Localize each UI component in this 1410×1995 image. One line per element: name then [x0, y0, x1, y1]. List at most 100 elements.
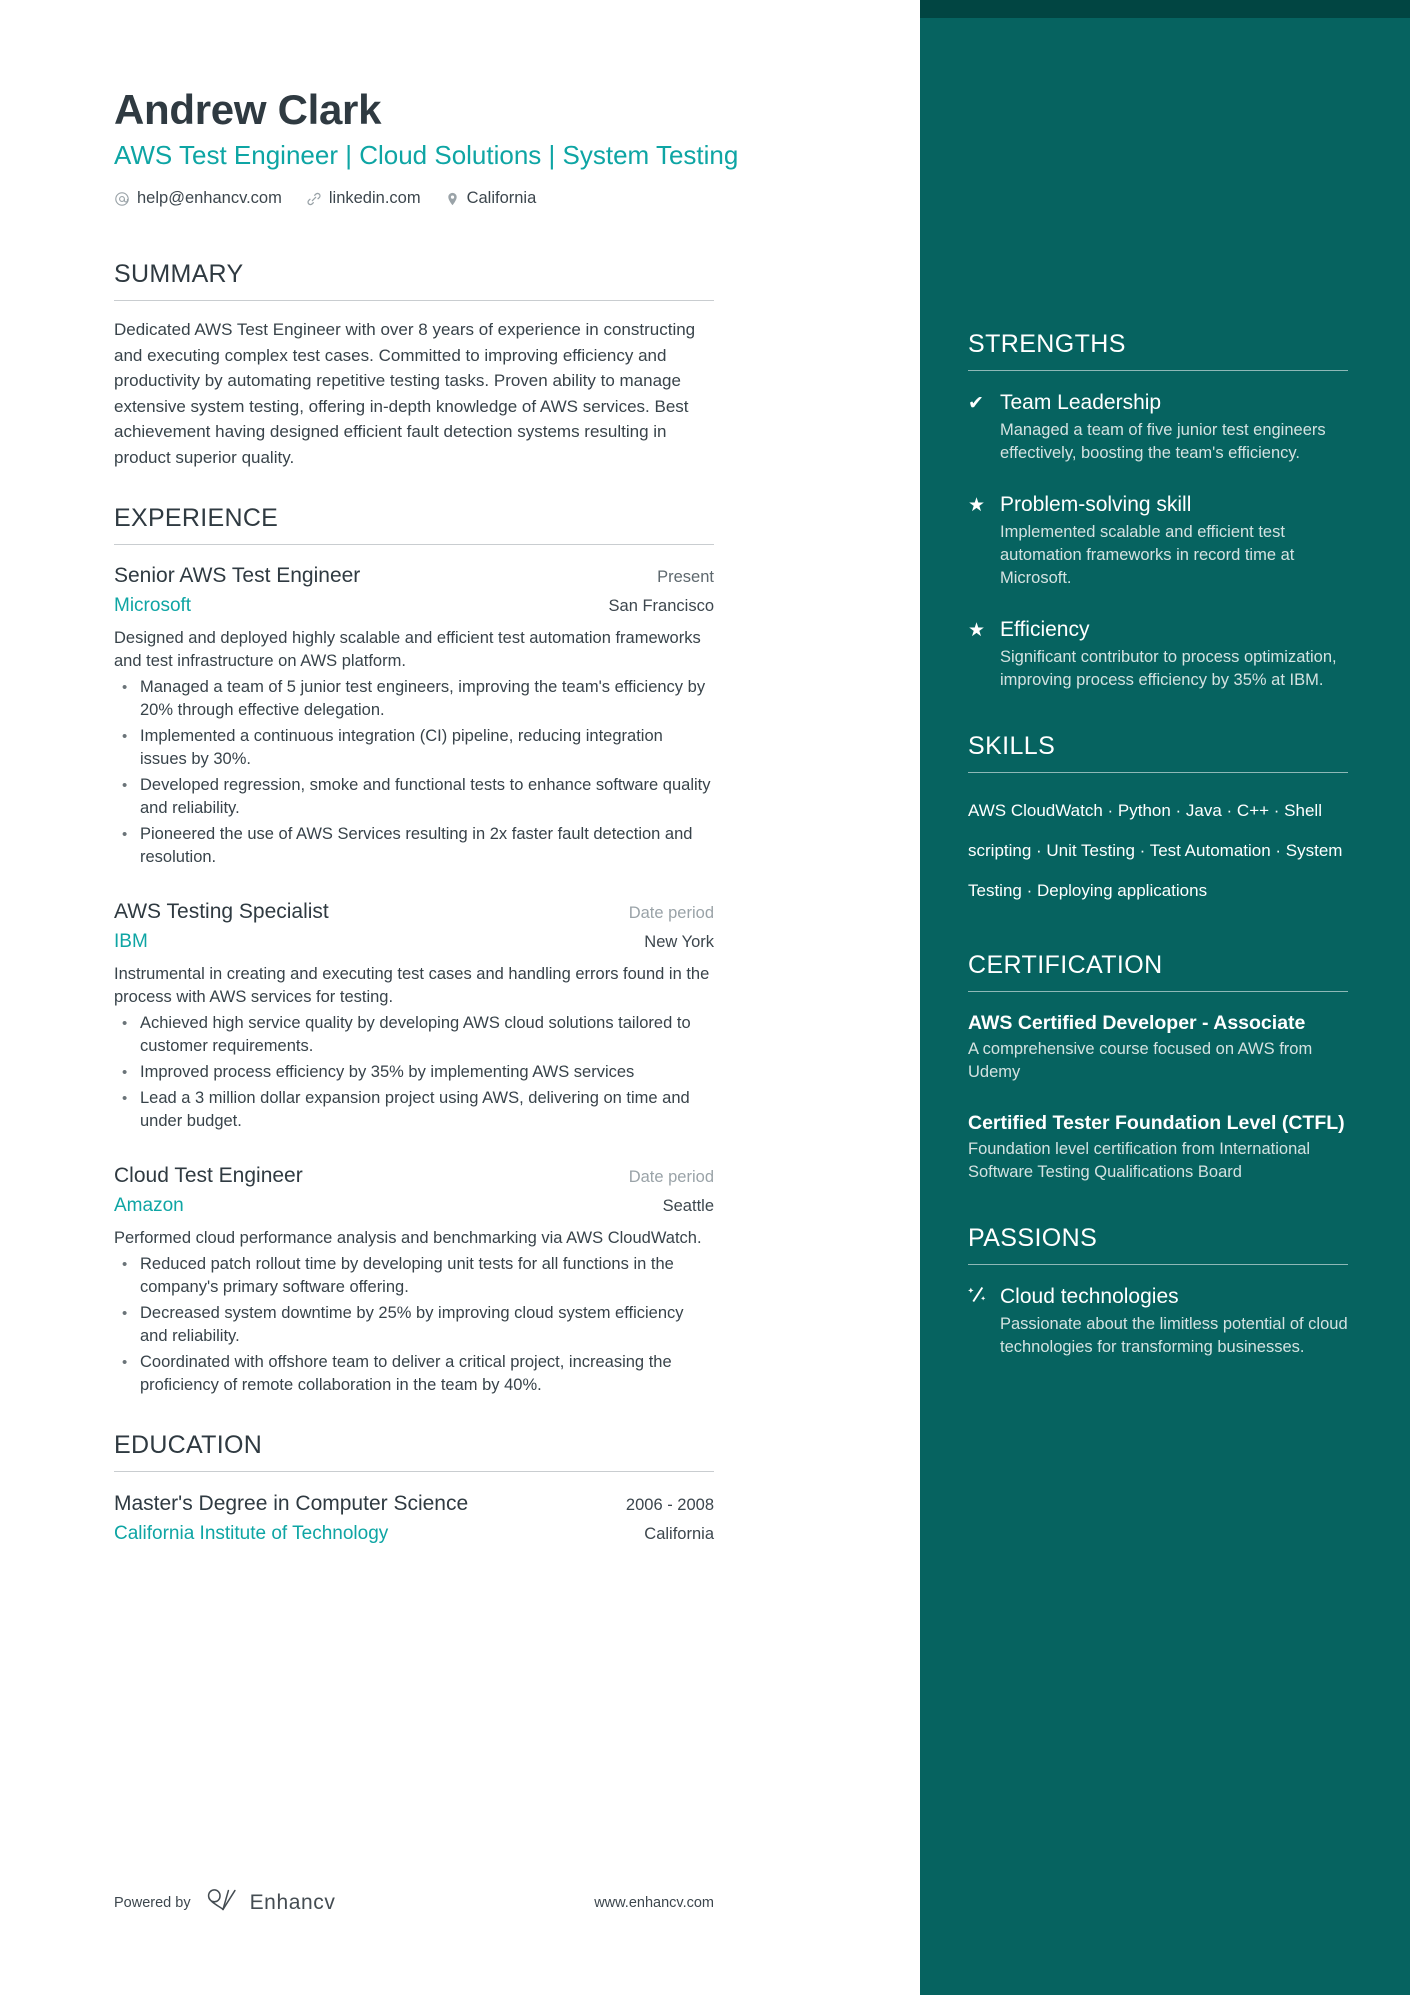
strength-item: ★ Problem-solving skill Implemented scal…: [968, 491, 1348, 590]
star-icon: ★: [968, 620, 986, 641]
job-location: Seattle: [662, 1197, 714, 1215]
passion-item: Cloud technologies Passionate about the …: [968, 1283, 1348, 1359]
strength-description: Implemented scalable and efficient test …: [1000, 523, 1295, 587]
passions-title: PASSIONS: [968, 1224, 1098, 1252]
enhancv-brand-name: Enhancv: [249, 1890, 336, 1914]
contact-location-text: California: [466, 189, 537, 207]
certification-item: AWS Certified Developer - Associate A co…: [968, 1010, 1348, 1084]
job-location: San Francisco: [608, 597, 714, 615]
job-title: AWS Testing Specialist: [114, 900, 329, 923]
page-title: Andrew Clark: [114, 86, 382, 133]
job-description: Performed cloud performance analysis and…: [114, 1229, 702, 1247]
strengths-title: STRENGTHS: [968, 330, 1126, 358]
strength-description: Significant contributor to process optim…: [1000, 648, 1337, 689]
job-bullet: Achieved high service quality by develop…: [114, 1012, 714, 1058]
powered-by-label: Powered by: [114, 1894, 191, 1911]
contact-bar: help@enhancv.com linkedin.com California: [114, 189, 920, 208]
certification-description: A comprehensive course focused on AWS fr…: [968, 1040, 1313, 1081]
education-location: California: [644, 1525, 714, 1543]
sidebar: STRENGTHS ✔ Team Leadership Managed a te…: [920, 0, 1410, 1995]
enhancv-logo-icon: [205, 1887, 241, 1918]
job-location: New York: [644, 933, 714, 951]
job-date: Date period: [628, 904, 714, 922]
certification-item: Certified Tester Foundation Level (CTFL)…: [968, 1110, 1348, 1184]
contact-email-text: help@enhancv.com: [137, 189, 282, 207]
email-icon: [114, 191, 130, 207]
job-title: Cloud Test Engineer: [114, 1164, 303, 1187]
check-icon: ✔: [968, 393, 984, 414]
education-school: California Institute of Technology: [114, 1523, 389, 1544]
section-certification: CERTIFICATION AWS Certified Developer - …: [968, 951, 1348, 1184]
star-icon: ★: [968, 495, 986, 516]
professional-headline: AWS Test Engineer | Cloud Solutions | Sy…: [114, 140, 739, 170]
education-degree: Master's Degree in Computer Science: [114, 1492, 469, 1515]
education-date: 2006 - 2008: [625, 1496, 714, 1514]
section-education: EDUCATION Master's Degree in Computer Sc…: [114, 1431, 920, 1548]
job-bullet: Implemented a continuous integration (CI…: [114, 725, 714, 771]
summary-title: SUMMARY: [114, 260, 244, 288]
strength-item: ✔ Team Leadership Managed a team of five…: [968, 389, 1348, 465]
job-bullet: Managed a team of 5 junior test engineer…: [114, 676, 714, 722]
passions-divider: [968, 1264, 1348, 1265]
certification-description: Foundation level certification from Inte…: [968, 1140, 1311, 1181]
section-summary: SUMMARY Dedicated AWS Test Engineer with…: [114, 260, 920, 470]
location-pin-icon: [445, 191, 460, 207]
passion-name: Cloud technologies: [1000, 1285, 1179, 1308]
experience-entry: AWS Testing Specialist Date period IBM N…: [114, 897, 920, 1133]
job-bullet: Pioneered the use of AWS Services result…: [114, 823, 714, 869]
job-description: Designed and deployed highly scalable an…: [114, 629, 701, 670]
section-skills: SKILLS AWS CloudWatch · Python · Java · …: [968, 732, 1348, 911]
section-strengths: STRENGTHS ✔ Team Leadership Managed a te…: [968, 330, 1348, 692]
education-title: EDUCATION: [114, 1431, 263, 1459]
job-date: Date period: [628, 1168, 714, 1186]
summary-divider: [114, 300, 714, 301]
job-bullet: Reduced patch rollout time by developing…: [114, 1253, 714, 1299]
sidebar-top-strip: [920, 0, 1410, 18]
job-bullet: Coordinated with offshore team to delive…: [114, 1351, 714, 1397]
education-entry: Master's Degree in Computer Science 2006…: [114, 1488, 920, 1548]
contact-location: California: [445, 189, 537, 208]
job-company: Amazon: [114, 1195, 184, 1216]
summary-text: Dedicated AWS Test Engineer with over 8 …: [114, 320, 696, 467]
experience-divider: [114, 544, 714, 545]
resume-page: STRENGTHS ✔ Team Leadership Managed a te…: [0, 0, 1410, 1995]
section-experience: EXPERIENCE Senior AWS Test Engineer Pres…: [114, 504, 920, 1397]
certification-divider: [968, 991, 1348, 992]
strength-description: Managed a team of five junior test engin…: [1000, 421, 1326, 462]
job-date: Present: [657, 568, 714, 586]
job-bullets: Reduced patch rollout time by developing…: [114, 1253, 714, 1397]
enhancv-brand[interactable]: Enhancv: [205, 1887, 336, 1918]
job-company: Microsoft: [114, 595, 192, 616]
job-company: IBM: [114, 931, 148, 952]
strength-name: Efficiency: [1000, 618, 1090, 641]
job-title: Senior AWS Test Engineer: [114, 564, 361, 587]
contact-link-text: linkedin.com: [328, 189, 421, 207]
experience-title: EXPERIENCE: [114, 504, 279, 532]
experience-entry: Senior AWS Test Engineer Present Microso…: [114, 561, 920, 869]
section-passions: PASSIONS Cloud technologies Passionate a…: [968, 1224, 1348, 1359]
contact-email[interactable]: help@enhancv.com: [114, 189, 282, 208]
job-description: Instrumental in creating and executing t…: [114, 965, 710, 1006]
certification-name: AWS Certified Developer - Associate: [968, 1012, 1306, 1034]
job-bullet: Improved process efficiency by 35% by im…: [114, 1061, 714, 1084]
footer-url[interactable]: www.enhancv.com: [594, 1895, 714, 1911]
skills-title: SKILLS: [968, 732, 1056, 760]
contact-link[interactable]: linkedin.com: [306, 189, 421, 208]
strength-item: ★ Efficiency Significant contributor to …: [968, 616, 1348, 692]
experience-entry: Cloud Test Engineer Date period Amazon S…: [114, 1161, 920, 1397]
certification-title: CERTIFICATION: [968, 951, 1163, 979]
skills-divider: [968, 772, 1348, 773]
education-divider: [114, 1471, 714, 1472]
strengths-divider: [968, 370, 1348, 371]
sparkle-slash-icon: [968, 1283, 1000, 1359]
job-bullets: Achieved high service quality by develop…: [114, 1012, 714, 1133]
job-bullets: Managed a team of 5 junior test engineer…: [114, 676, 714, 869]
job-bullet: Decreased system downtime by 25% by impr…: [114, 1302, 714, 1348]
strength-name: Problem-solving skill: [1000, 493, 1192, 516]
job-bullet: Developed regression, smoke and function…: [114, 774, 714, 820]
job-bullet: Lead a 3 million dollar expansion projec…: [114, 1087, 714, 1133]
footer: Powered by Enhancv www.enhancv.com: [114, 1887, 714, 1918]
certification-name: Certified Tester Foundation Level (CTFL): [968, 1112, 1345, 1134]
passion-description: Passionate about the limitless potential…: [1000, 1315, 1348, 1356]
skills-list: AWS CloudWatch · Python · Java · C++ · S…: [968, 801, 1343, 900]
